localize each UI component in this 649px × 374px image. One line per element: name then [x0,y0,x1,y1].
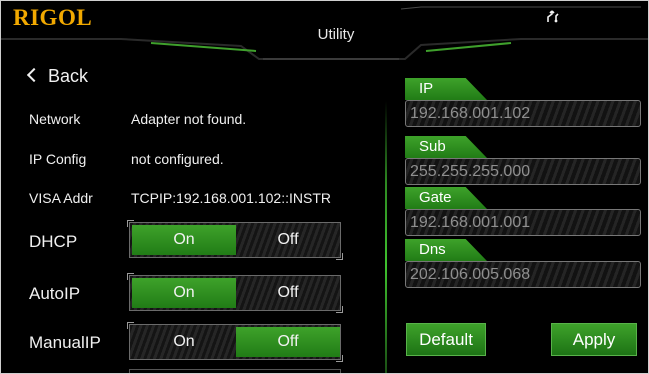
autoip-label: AutoIP [29,284,81,303]
page-title: Utility [317,26,355,43]
visa-value: TCPIP:192.168.001.102::INSTR [131,190,331,206]
autoip-toggle[interactable]: On Off [127,273,343,313]
manualip-off-option[interactable]: Off [236,327,340,357]
manualip-label: ManualIP [29,333,101,352]
ip-tab: IP [405,78,487,100]
subnet-field[interactable]: 255.255.255.000 [405,158,641,185]
dns-tab: Dns [405,239,487,261]
apply-button[interactable]: Apply [551,323,637,356]
dns-field[interactable]: 202.106.005.068 [405,261,641,288]
gate-tab: Gate [405,187,487,209]
usb-connection-icon [547,10,559,23]
back-label: Back [48,66,89,86]
utility-screen: RIGOL Utility Back Network Adapter not f… [0,0,649,374]
gateway-field[interactable]: 192.168.001.001 [405,209,641,236]
panel-divider [385,101,387,373]
autoip-on-option[interactable]: On [132,278,236,308]
ipconfig-label: IP Config [29,151,87,167]
network-label: Network [29,111,81,127]
ipconfig-value: not configured. [131,151,224,167]
rigol-logo: RIGOL [13,5,93,30]
chevron-left-icon [26,67,42,83]
dhcp-toggle[interactable]: On Off [127,220,343,260]
ip-field[interactable]: 192.168.001.102 [405,100,641,127]
default-button[interactable]: Default [406,323,486,356]
dhcp-label: DHCP [29,232,78,251]
sub-tab: Sub [405,136,487,158]
back-button[interactable]: Back [26,66,89,87]
network-value: Adapter not found. [131,111,247,127]
visa-label: VISA Addr [29,190,93,206]
next-row-edge [129,369,341,373]
manualip-toggle[interactable]: On Off [127,322,343,362]
manualip-on-option[interactable]: On [132,327,236,357]
dhcp-on-option[interactable]: On [132,225,236,255]
autoip-off-option[interactable]: Off [236,278,340,308]
dhcp-off-option[interactable]: Off [236,225,340,255]
